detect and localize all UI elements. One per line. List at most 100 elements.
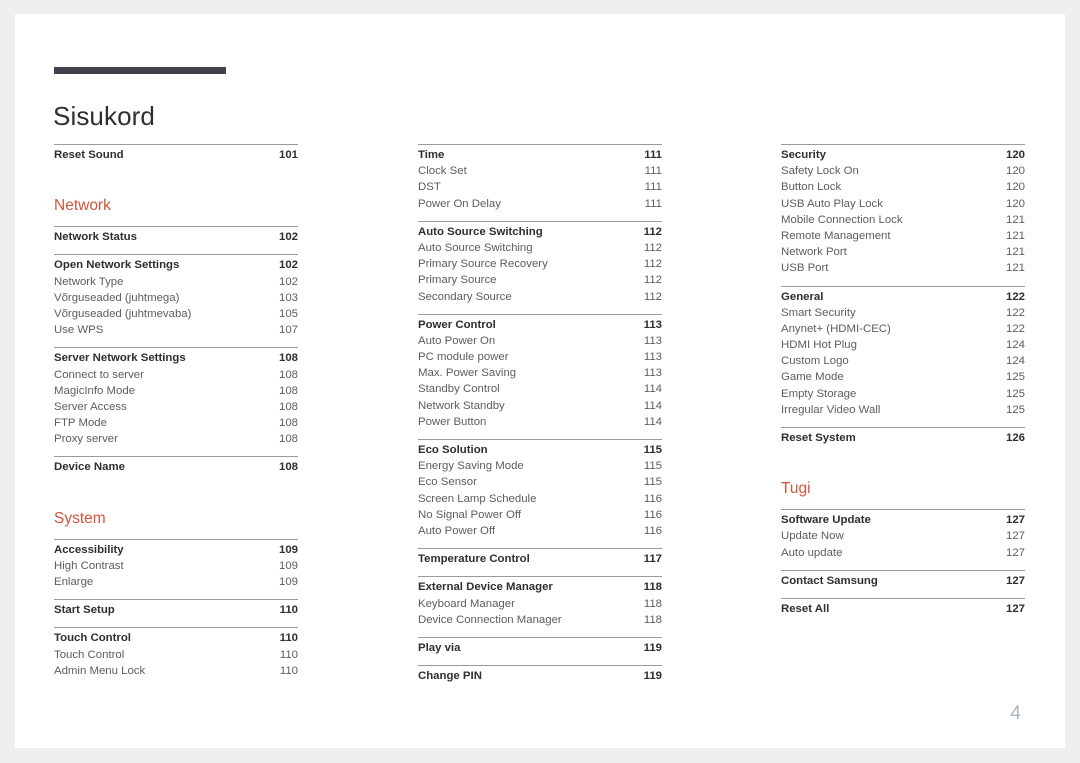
toc-group-header-row[interactable]: Device Name 108	[54, 459, 298, 475]
toc-group-header-row[interactable]: Server Network Settings 108	[54, 350, 298, 366]
toc-group-header-row[interactable]: Contact Samsung 127	[781, 573, 1025, 589]
toc-entry-row[interactable]: High Contrast 109	[54, 558, 298, 574]
toc-entry-row[interactable]: Server Access 108	[54, 399, 298, 415]
toc-entry-row[interactable]: Network Standby 114	[418, 398, 662, 414]
toc-group-header-row[interactable]: Reset All 127	[781, 601, 1025, 617]
toc-entry-row[interactable]: Use WPS 107	[54, 322, 298, 338]
toc-entry-page-number: 111	[644, 165, 662, 178]
toc-entry-label: Secondary Source	[418, 290, 512, 303]
toc-group: General 122 Smart Security 122 Anynet+ (HDMI…	[781, 285, 1025, 419]
toc-group-header-row[interactable]: Software Update 127	[781, 512, 1025, 528]
toc-entry-row[interactable]: Network Port 121	[781, 244, 1025, 260]
document-page: Sisukord Reset Sound 101 Network Network St…	[15, 14, 1065, 748]
toc-entry-row[interactable]: Network Type 102	[54, 274, 298, 290]
toc-entry-row[interactable]: Clock Set 111	[418, 163, 662, 179]
toc-entry-row[interactable]: Enlarge 109	[54, 574, 298, 590]
toc-group-header-row[interactable]: Play via 119	[418, 640, 662, 656]
toc-entry-row[interactable]: Primary Source Recovery 112	[418, 256, 662, 272]
toc-entry-row[interactable]: Empty Storage 125	[781, 386, 1025, 402]
toc-entry-row[interactable]: Remote Management 121	[781, 228, 1025, 244]
toc-entry-label: Time	[418, 149, 445, 161]
toc-entry-row[interactable]: Secondary Source 112	[418, 289, 662, 305]
toc-group-header-row[interactable]: Reset Sound 101	[54, 147, 298, 163]
toc-entry-label: Button Lock	[781, 181, 842, 194]
toc-entry-page-number: 113	[643, 318, 662, 331]
toc-entry-row[interactable]: Admin Menu Lock 110	[54, 663, 298, 679]
toc-group-header-row[interactable]: Eco Solution 115	[418, 442, 662, 458]
toc-group-header-row[interactable]: Power Control 113	[418, 317, 662, 333]
toc-entry-page-number: 107	[278, 324, 298, 337]
toc-group-header-row[interactable]: Touch Control 110	[54, 630, 298, 646]
toc-entry-page-number: 111	[644, 181, 662, 194]
toc-entry-label: Contact Samsung	[781, 574, 878, 587]
toc-entry-row[interactable]: Update Now 127	[781, 528, 1025, 544]
toc-entry-row[interactable]: Anynet+ (HDMI-CEC) 122	[781, 321, 1025, 337]
toc-group-header-row[interactable]: Network Status 102	[54, 229, 298, 245]
toc-group-header-row[interactable]: Temperature Control 117	[418, 551, 662, 567]
toc-entry-label: Play via	[418, 641, 461, 654]
toc-entry-row[interactable]: Auto Power On 113	[418, 333, 662, 349]
toc-entry-row[interactable]: Auto update 127	[781, 545, 1025, 561]
toc-entry-row[interactable]: Touch Control 110	[54, 647, 298, 663]
toc-entry-row[interactable]: PC module power 113	[418, 349, 662, 365]
toc-entry-label: External Device Manager	[418, 581, 553, 594]
toc-entry-row[interactable]: Auto Power Off 116	[418, 523, 662, 539]
toc-entry-label: Network Port	[781, 246, 847, 259]
toc-group-header-row[interactable]: Time 111	[418, 147, 662, 163]
toc-entry-row[interactable]: Standby Control 114	[418, 381, 662, 397]
toc-group-header-row[interactable]: General 122	[781, 289, 1025, 305]
toc-group-header-row[interactable]: Security 120	[781, 147, 1025, 163]
toc-group: Power Control 113 Auto Power On 113 PC modul…	[418, 313, 662, 430]
toc-group-header-row[interactable]: Change PIN 119	[418, 668, 662, 684]
toc-entry-row[interactable]: Proxy server 108	[54, 431, 298, 447]
toc-entry-page-number: 102	[278, 275, 298, 288]
toc-entry-row[interactable]: Safety Lock On 120	[781, 163, 1025, 179]
toc-entry-row[interactable]: Device Connection Manager 118	[418, 612, 662, 628]
toc-entry-row[interactable]: Keyboard Manager 118	[418, 596, 662, 612]
toc-group-header-row[interactable]: External Device Manager 118	[418, 579, 662, 595]
toc-entry-row[interactable]: FTP Mode 108	[54, 415, 298, 431]
toc-entry-row[interactable]: Smart Security 122	[781, 305, 1025, 321]
toc-entry-row[interactable]: MagicInfo Mode 108	[54, 383, 298, 399]
toc-entry-row[interactable]: Button Lock 120	[781, 179, 1025, 195]
toc-entry-row[interactable]: Võrguseaded (juhtmevaba) 105	[54, 306, 298, 322]
toc-entry-row[interactable]: Custom Logo 124	[781, 353, 1025, 369]
toc-group-header-row[interactable]: Open Network Settings 102	[54, 257, 298, 273]
toc-entry-row[interactable]: USB Port 121	[781, 260, 1025, 276]
toc-group: Software Update 127 Update Now 127 Auto upda…	[781, 509, 1025, 561]
toc-entry-label: Power Button	[418, 415, 487, 428]
toc-entry-row[interactable]: Auto Source Switching 112	[418, 240, 662, 256]
toc-entry-page-number: 118	[643, 597, 662, 610]
toc-entry-row[interactable]: Võrguseaded (juhtmega) 103	[54, 290, 298, 306]
toc-entry-row[interactable]: Screen Lamp Schedule 116	[418, 491, 662, 507]
toc-entry-row[interactable]: Energy Saving Mode 115	[418, 458, 662, 474]
toc-entry-row[interactable]: Connect to server 108	[54, 367, 298, 383]
toc-entry-page-number: 127	[1005, 514, 1025, 527]
toc-entry-page-number: 108	[278, 384, 298, 397]
toc-entry-row[interactable]: Irregular Video Wall 125	[781, 402, 1025, 418]
toc-group-header-row[interactable]: Start Setup 110	[54, 602, 298, 618]
toc-entry-page-number: 113	[643, 367, 662, 380]
toc-entry-row[interactable]: Mobile Connection Lock 121	[781, 212, 1025, 228]
toc-entry-label: Connect to server	[54, 368, 144, 381]
toc-columns: Reset Sound 101 Network Network Status 102 Op…	[15, 14, 1065, 748]
toc-entry-row[interactable]: No Signal Power Off 116	[418, 507, 662, 523]
toc-entry-page-number: 116	[643, 524, 662, 537]
toc-entry-row[interactable]: Max. Power Saving 113	[418, 365, 662, 381]
toc-entry-row[interactable]: Power Button 114	[418, 414, 662, 430]
toc-entry-row[interactable]: HDMI Hot Plug 124	[781, 337, 1025, 353]
toc-group-header-row[interactable]: Auto Source Switching 112	[418, 224, 662, 240]
toc-entry-row[interactable]: Eco Sensor 115	[418, 474, 662, 490]
toc-group-header-row[interactable]: Accessibility 109	[54, 542, 298, 558]
toc-entry-label: Primary Source Recovery	[418, 258, 548, 271]
toc-entry-page-number: 121	[1005, 262, 1025, 275]
toc-entry-row[interactable]: Power On Delay 111	[418, 196, 662, 212]
toc-entry-row[interactable]: Game Mode 125	[781, 369, 1025, 385]
toc-entry-row[interactable]: Primary Source 112	[418, 272, 662, 288]
toc-entry-row[interactable]: DST 111	[418, 179, 662, 195]
toc-group-header-row[interactable]: Reset System 126	[781, 430, 1025, 446]
toc-group: Security 120 Safety Lock On 120 Button Lock 1…	[781, 144, 1025, 277]
toc-entry-page-number: 115	[643, 476, 662, 489]
toc-entry-row[interactable]: USB Auto Play Lock 120	[781, 196, 1025, 212]
